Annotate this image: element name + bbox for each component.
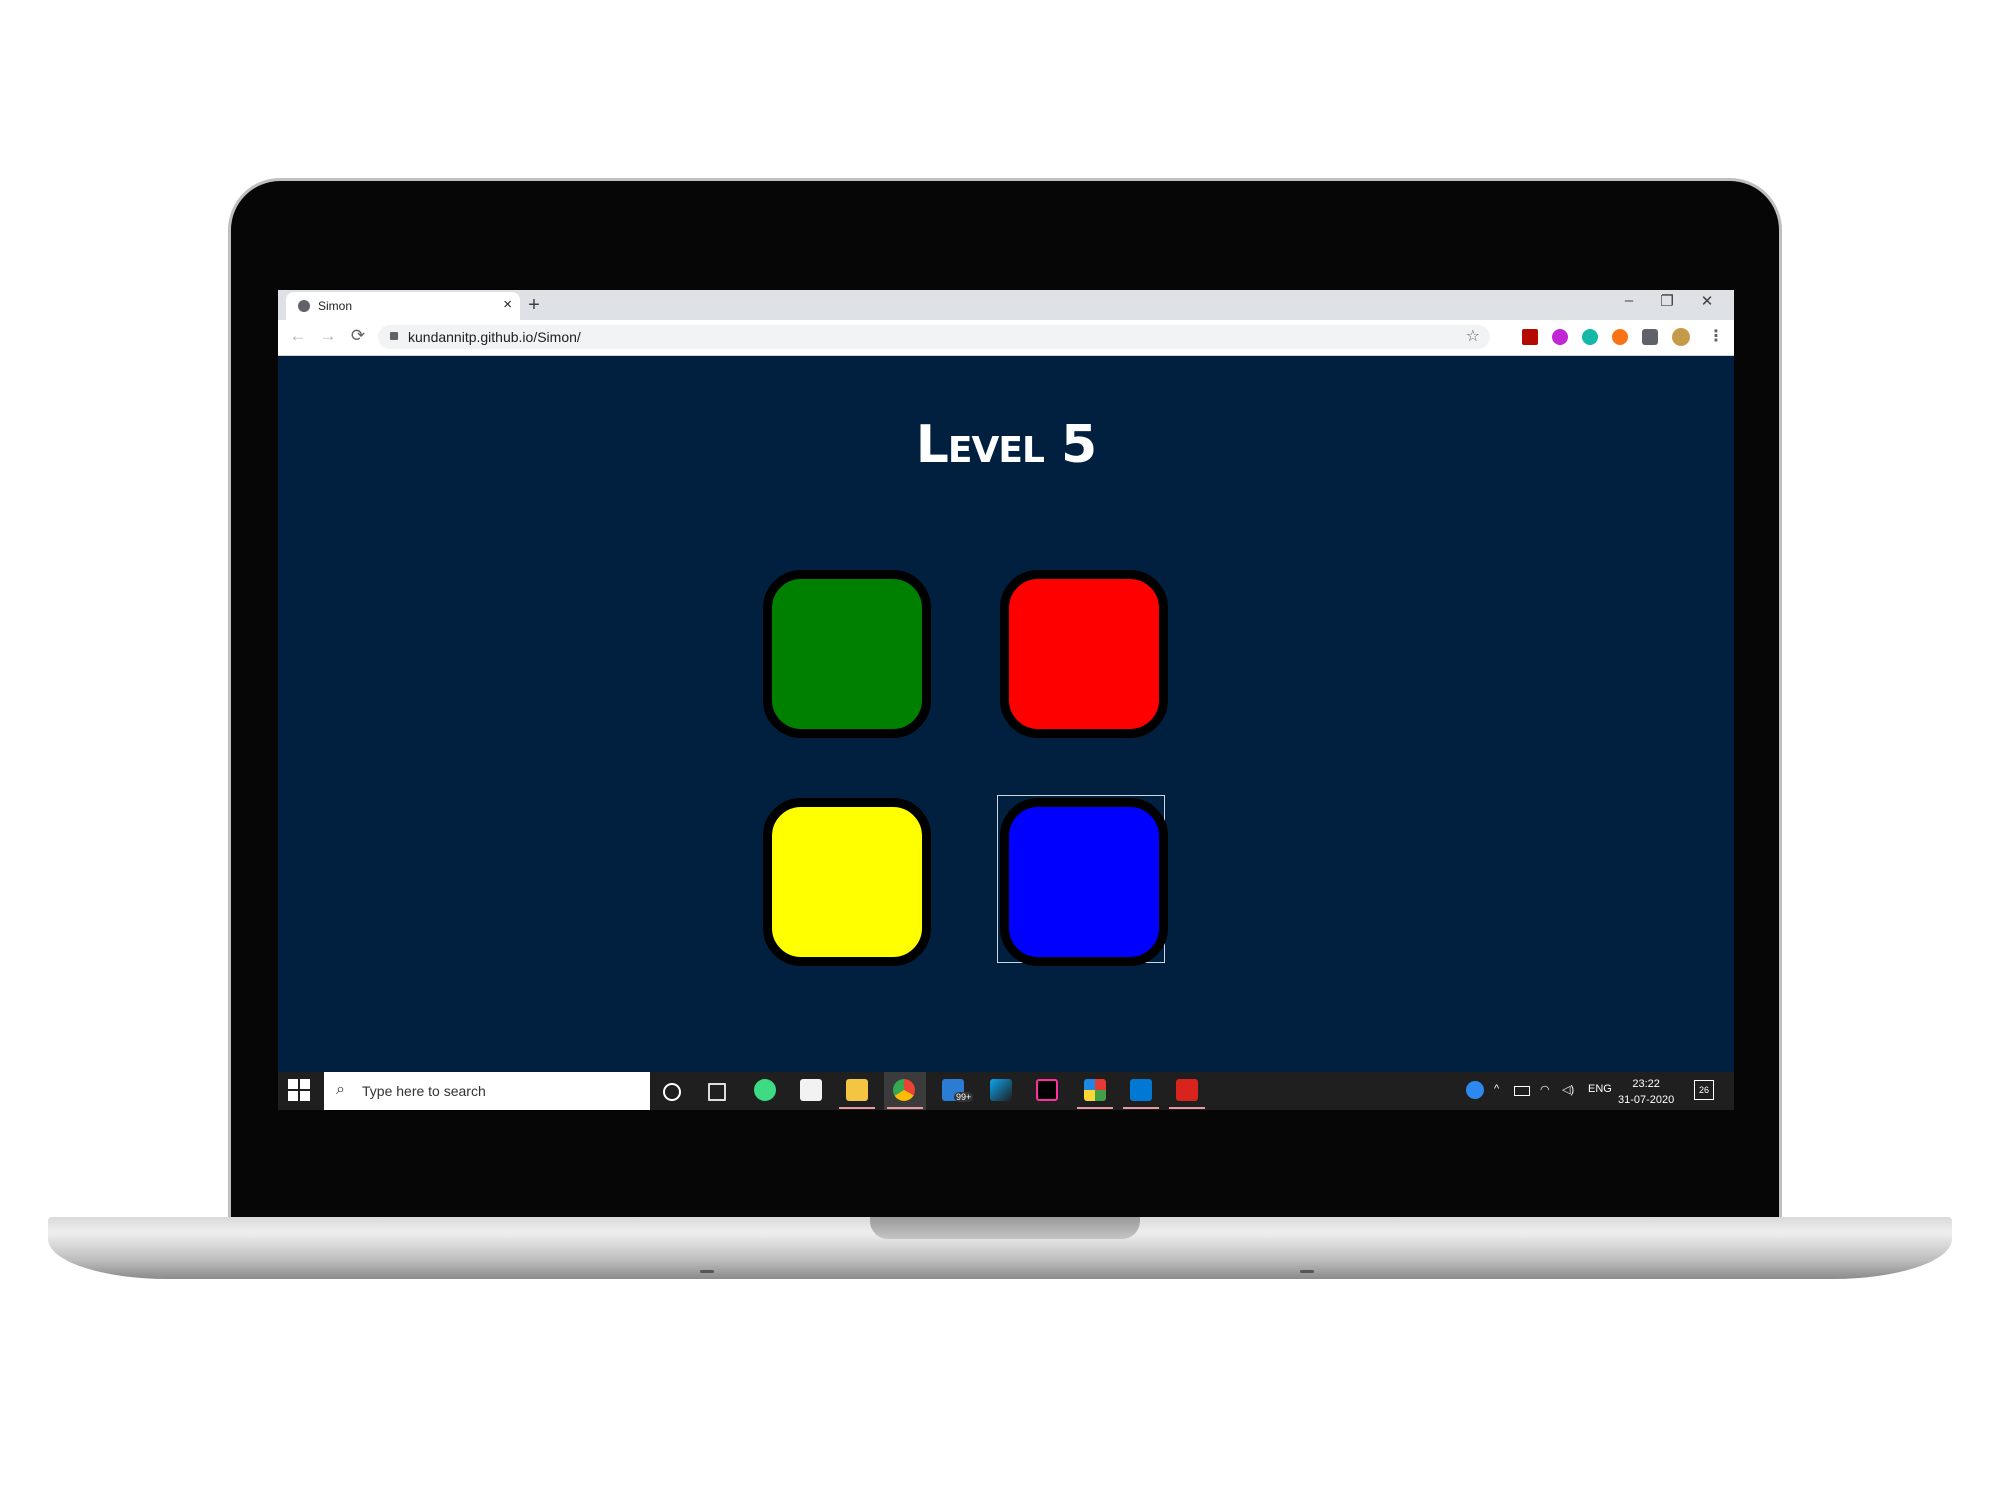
laptop-foot-right — [1300, 1270, 1314, 1273]
laptop-foot-left — [700, 1270, 714, 1273]
pdf-extension-icon[interactable] — [1522, 329, 1538, 345]
laptop-notch — [870, 1217, 1140, 1239]
browser-menu-icon[interactable]: ⋮ — [1708, 326, 1724, 346]
store-icon[interactable] — [800, 1079, 822, 1101]
forward-button[interactable]: → — [316, 326, 340, 346]
chrome-icon[interactable] — [893, 1079, 915, 1101]
lock-icon — [390, 332, 398, 340]
cortana-icon[interactable] — [663, 1083, 681, 1101]
tiles-app-running-indicator — [1077, 1107, 1113, 1109]
vscode-icon[interactable] — [1130, 1079, 1152, 1101]
file-explorer-running-indicator — [839, 1107, 875, 1109]
battery-icon[interactable] — [1514, 1086, 1530, 1096]
yellow-pad[interactable] — [763, 798, 931, 966]
restore-button[interactable]: ❐ — [1652, 292, 1682, 310]
profile-avatar[interactable] — [1672, 328, 1690, 346]
volume-icon[interactable]: ◁) — [1562, 1083, 1574, 1096]
terminal-icon[interactable] — [1036, 1079, 1058, 1101]
notification-center-button[interactable]: 26 — [1694, 1080, 1714, 1100]
browser-tab-strip: Simon × + – ❐ ✕ — [278, 290, 1734, 320]
close-window-button[interactable]: ✕ — [1692, 292, 1722, 310]
clock[interactable]: 23:22 31-07-2020 — [1618, 1076, 1674, 1108]
help-icon[interactable] — [1466, 1081, 1484, 1099]
chrome-running-indicator — [887, 1107, 923, 1109]
tiles-app-icon[interactable] — [1084, 1079, 1106, 1101]
extension-icon-purple[interactable] — [1552, 329, 1568, 345]
back-button[interactable]: ← — [286, 326, 310, 346]
acrobat-icon[interactable] — [1176, 1079, 1198, 1101]
windows-taskbar: ⌕ Type here to search 99+ ^ ◠ ◁) ENG 23:… — [278, 1072, 1734, 1110]
flutter-icon[interactable] — [990, 1079, 1012, 1101]
clock-date: 31-07-2020 — [1618, 1094, 1675, 1106]
extension-icon-teal[interactable] — [1582, 329, 1598, 345]
url-text: kundannitp.github.io/Simon/ — [408, 329, 581, 345]
tab-simon[interactable]: Simon × — [286, 292, 520, 320]
show-hidden-icons-chevron-icon[interactable]: ^ — [1494, 1083, 1499, 1095]
language-indicator[interactable]: ENG — [1588, 1083, 1612, 1095]
taskbar-search-box[interactable]: ⌕ Type here to search — [324, 1072, 650, 1110]
level-title: Level 5 — [915, 415, 1097, 475]
bookmark-star-icon[interactable]: ☆ — [1466, 326, 1480, 346]
red-pad[interactable] — [1000, 570, 1168, 738]
blue-pad[interactable] — [1000, 798, 1168, 966]
task-view-icon[interactable] — [708, 1083, 726, 1101]
android-studio-icon[interactable] — [754, 1079, 776, 1101]
browser-toolbar: ← → ⟳ kundannitp.github.io/Simon/ ☆ ⋮ — [278, 320, 1734, 356]
file-explorer-icon[interactable] — [846, 1079, 868, 1101]
screen: Simon × + – ❐ ✕ ← → ⟳ kundannitp.github.… — [278, 290, 1734, 1110]
tab-title: Simon — [318, 299, 353, 313]
flame-extension-icon[interactable] — [1612, 329, 1628, 345]
wifi-icon[interactable]: ◠ — [1540, 1083, 1550, 1096]
mail-badge: 99+ — [954, 1092, 974, 1102]
address-bar[interactable]: kundannitp.github.io/Simon/ ☆ — [378, 325, 1490, 349]
reload-button[interactable]: ⟳ — [346, 326, 370, 346]
minimize-button[interactable]: – — [1614, 292, 1644, 309]
acrobat-running-indicator — [1169, 1107, 1205, 1109]
tab-close-button[interactable]: × — [503, 296, 512, 313]
new-tab-button[interactable]: + — [522, 294, 546, 316]
puzzle-extensions-icon[interactable] — [1642, 329, 1658, 345]
green-pad[interactable] — [763, 570, 931, 738]
windows-start-button[interactable] — [288, 1079, 312, 1103]
clock-time: 23:22 — [1632, 1078, 1660, 1090]
vscode-running-indicator — [1123, 1107, 1159, 1109]
search-icon: ⌕ — [336, 1081, 345, 1098]
globe-icon — [298, 300, 310, 312]
search-placeholder: Type here to search — [362, 1083, 486, 1099]
